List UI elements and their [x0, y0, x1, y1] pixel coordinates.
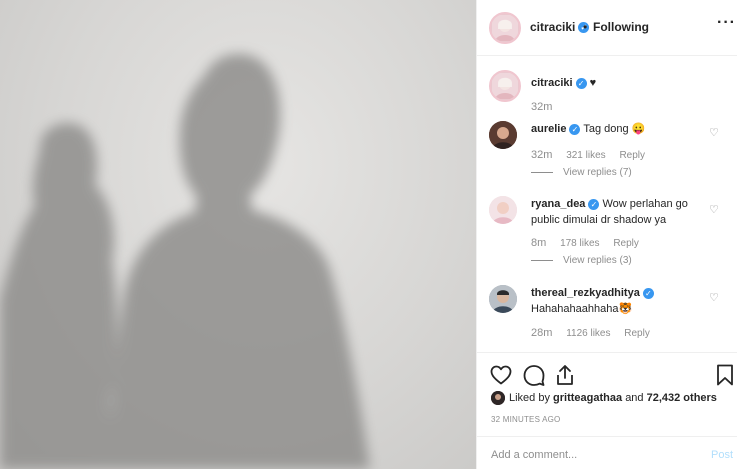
comment-like-heart-icon[interactable]: ♡ [709, 291, 719, 304]
avatar-image-icon [491, 391, 505, 405]
comment-time: 8m [531, 237, 547, 249]
comment-meta: 32m 321 likes Reply [531, 149, 656, 161]
more-options-icon[interactable]: ··· [717, 14, 736, 32]
caption-time: 32m [531, 101, 553, 113]
comment-like-heart-icon[interactable]: ♡ [709, 203, 719, 216]
avatar-image-icon [489, 196, 517, 224]
post-comment-button[interactable]: Post [711, 449, 733, 461]
liker-avatar[interactable] [491, 391, 505, 405]
caption-body: ♥ [589, 77, 597, 89]
verified-badge-icon: ✓ [575, 77, 587, 89]
liked-by-user[interactable]: gritteagathaa [553, 392, 622, 404]
add-comment-input[interactable]: Add a comment... [491, 449, 577, 461]
caption-text: citraciki ✓ ♥ [531, 75, 701, 91]
share-icon[interactable] [553, 363, 577, 387]
author-username[interactable]: citraciki ✓ [530, 20, 590, 34]
caption-author-avatar[interactable] [489, 70, 521, 102]
comment-text: thereal_rezkyadhitya ✓ Hahahahaahhaha🐯 [531, 285, 701, 317]
liked-by-prefix: Liked by [509, 392, 550, 404]
avatar-image-icon [489, 285, 517, 313]
author-avatar[interactable] [489, 12, 521, 44]
comment-username[interactable]: aurelie [531, 123, 566, 135]
commenter-avatar[interactable] [489, 196, 517, 224]
view-replies-line [531, 259, 553, 261]
view-replies-label: View replies (7) [563, 167, 632, 178]
comment-time: 32m [531, 149, 553, 161]
comment-reply-button[interactable]: Reply [619, 150, 645, 161]
add-comment-bar: Add a comment... Post [477, 436, 737, 469]
post-photo[interactable] [0, 0, 476, 469]
view-replies-line [531, 171, 553, 173]
post-header: citraciki ✓ • Following ··· [477, 0, 737, 56]
comment-like-heart-icon[interactable]: ♡ [709, 126, 719, 139]
liked-by-text: Liked by gritteagathaa and 72,432 others [509, 392, 737, 404]
comment-username[interactable]: thereal_rezkyadhitya [531, 287, 640, 299]
comment-meta: 8m 178 likes Reply [531, 237, 650, 249]
comment-time: 28m [531, 327, 553, 339]
post-side-panel: citraciki ✓ • Following ··· citraciki ✓ ♥ … [476, 0, 737, 469]
liked-by-joiner: and [625, 392, 644, 404]
avatar-image-icon [492, 15, 518, 41]
verified-badge-icon: ✓ [588, 198, 600, 210]
comments-list[interactable]: citraciki ✓ ♥ 32m aurelie ✓ Tag dong 😛 ♡ 3… [477, 56, 737, 352]
verified-badge-icon: ✓ [569, 123, 581, 135]
commenter-avatar[interactable] [489, 285, 517, 313]
comment-text: ryana_dea ✓ Wow perlahan go public dimula… [531, 196, 701, 228]
comment-text: aurelie ✓ Tag dong 😛 [531, 121, 701, 137]
comment-meta: 28m 1126 likes Reply [531, 327, 661, 339]
avatar-image-icon [492, 73, 518, 99]
separator-dot: • [583, 20, 588, 34]
comment-body: Hahahahaahhaha🐯 [531, 303, 633, 315]
comment-body: Tag dong 😛 [583, 123, 646, 135]
comment-likes[interactable]: 1126 likes [566, 328, 610, 339]
view-replies-button[interactable]: View replies (3) [531, 255, 632, 266]
comment-reply-button[interactable]: Reply [624, 328, 650, 339]
view-replies-button[interactable]: View replies (7) [531, 167, 632, 178]
comment-likes[interactable]: 178 likes [560, 238, 599, 249]
save-bookmark-icon[interactable] [713, 363, 737, 387]
comment-likes[interactable]: 321 likes [566, 150, 605, 161]
post-timestamp[interactable]: 32 MINUTES AGO [491, 415, 560, 424]
like-heart-icon[interactable] [489, 363, 513, 387]
post-actions: Liked by gritteagathaa and 72,432 others… [477, 352, 737, 436]
comment-username[interactable]: ryana_dea [531, 198, 585, 210]
comment-reply-button[interactable]: Reply [613, 238, 639, 249]
comment-bubble-icon[interactable] [522, 363, 546, 387]
liked-by-others[interactable]: 72,432 others [647, 392, 717, 404]
view-replies-label: View replies (3) [563, 255, 632, 266]
caption-username[interactable]: citraciki [531, 77, 573, 89]
shadow-silhouettes [0, 54, 370, 469]
commenter-avatar[interactable] [489, 121, 517, 149]
verified-badge-icon: ✓ [642, 287, 654, 299]
avatar-image-icon [489, 121, 517, 149]
following-button[interactable]: Following [593, 20, 649, 34]
